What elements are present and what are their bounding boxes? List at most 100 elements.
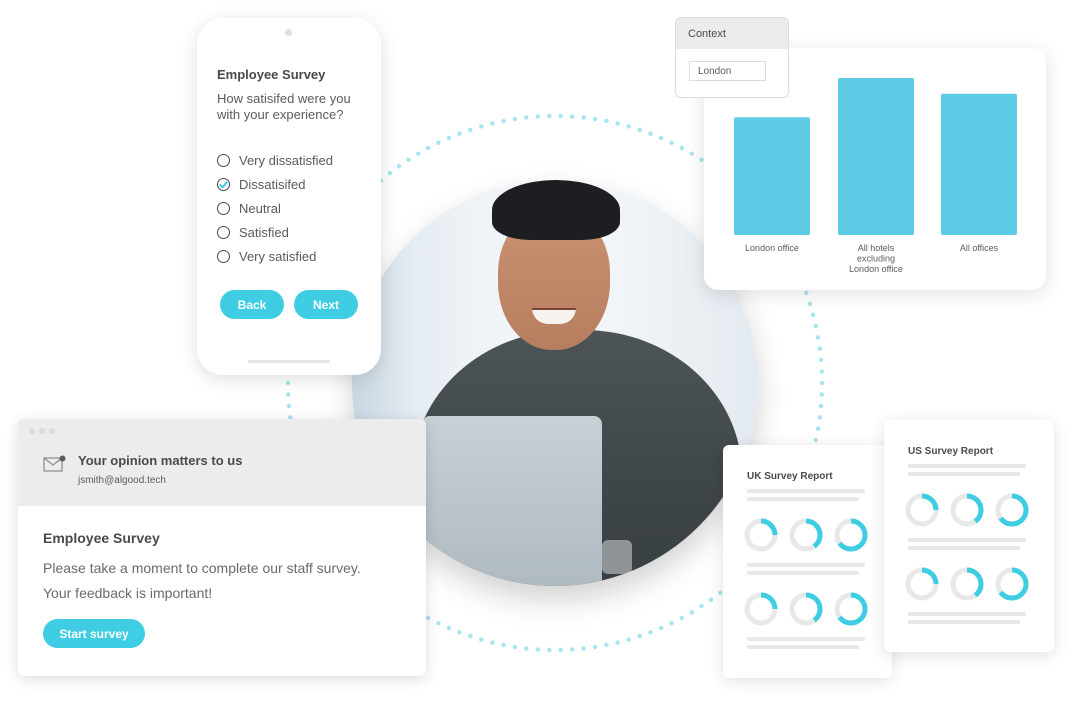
back-button[interactable]: Back (220, 290, 284, 319)
ring-dot (558, 113, 563, 119)
text-placeholder-line (908, 546, 1020, 550)
email-title: Employee Survey (43, 530, 160, 546)
phone-camera (285, 29, 292, 36)
email-body-line: Your feedback is important! (43, 585, 213, 601)
survey-title: Employee Survey (217, 67, 326, 82)
donut-chart (905, 567, 939, 601)
bar-label: excluding (857, 254, 895, 264)
donut-chart (789, 592, 823, 626)
radio-button-checked[interactable] (217, 177, 230, 191)
ring-dot (570, 647, 575, 652)
donut-chart (744, 518, 778, 552)
ring-dot (626, 637, 631, 642)
ring-dot (648, 131, 653, 136)
ring-dot (426, 145, 431, 151)
ring-dot (815, 426, 821, 431)
radio-button[interactable] (217, 225, 230, 239)
radio-button[interactable] (217, 249, 230, 263)
ring-dot (679, 615, 684, 621)
context-title: Context (676, 18, 788, 49)
context-location-input[interactable]: London (689, 61, 766, 81)
ring-dot (819, 380, 825, 386)
bar-1 (734, 117, 810, 235)
donut-chart (950, 493, 984, 527)
bar-3 (941, 93, 1017, 235)
donut-row (743, 591, 869, 627)
ring-dot (708, 597, 714, 602)
ring-dot (535, 114, 540, 119)
radio-button[interactable] (217, 201, 230, 215)
option-label: Very dissatisfied (239, 152, 333, 168)
ring-dot (285, 380, 291, 386)
uk-survey-report: UK Survey Report (723, 445, 892, 678)
email-body: Please take a moment to complete our sta… (43, 556, 413, 606)
window-dot (29, 428, 35, 434)
donut-row (904, 492, 1030, 528)
ring-dot (524, 646, 529, 651)
next-button[interactable]: Next (294, 290, 358, 319)
text-placeholder-line (908, 538, 1026, 542)
ring-dot (396, 164, 402, 169)
ring-dot (446, 135, 452, 141)
text-placeholder-line (747, 645, 859, 649)
ring-dot (615, 640, 620, 645)
window-controls (29, 428, 55, 434)
text-placeholder-line (908, 612, 1026, 616)
donut-chart (995, 493, 1029, 527)
survey-option[interactable]: Neutral (217, 196, 333, 220)
photo-laptop (422, 416, 602, 586)
ring-dot (387, 171, 392, 176)
survey-option[interactable]: Satisfied (217, 220, 333, 244)
photo-hair (492, 180, 620, 240)
ring-dot (535, 647, 540, 652)
ring-dot (490, 640, 495, 645)
survey-option[interactable]: Very satisfied (217, 244, 333, 268)
email-header: Your opinion matters to us jsmith@algood… (18, 419, 426, 506)
text-placeholder-line (747, 489, 865, 493)
ring-dot (679, 145, 684, 151)
ring-dot (689, 610, 694, 615)
ring-dot (581, 115, 586, 120)
bar-2 (838, 78, 914, 235)
ring-dot (286, 392, 291, 397)
survey-question: How satisifed were you with your experie… (217, 91, 351, 122)
start-survey-button[interactable]: Start survey (43, 619, 145, 648)
ring-dot (446, 625, 452, 631)
ring-dot (490, 121, 495, 126)
ring-dot (658, 625, 664, 631)
report-title: UK Survey Report (747, 471, 833, 482)
ring-dot (813, 323, 818, 329)
ring-dot (436, 140, 441, 145)
ring-dot (648, 630, 653, 635)
ring-dot (807, 301, 813, 306)
ring-dot (592, 116, 598, 122)
ring-dot (637, 127, 642, 132)
ring-dot (457, 131, 462, 136)
context-panel: Context London (675, 17, 789, 98)
ring-dot (436, 621, 441, 626)
bar-label: London office (849, 264, 903, 274)
ring-dot (604, 118, 609, 124)
photo-watch (602, 540, 632, 574)
option-label: Dissatisifed (239, 176, 306, 192)
radio-button[interactable] (217, 153, 230, 167)
survey-option[interactable]: Dissatisifed (217, 172, 333, 196)
text-placeholder-line (747, 497, 859, 501)
ring-dot (547, 647, 552, 653)
donut-chart (834, 518, 868, 552)
ring-dot (689, 151, 694, 156)
ring-dot (658, 135, 664, 141)
ring-dot (501, 642, 506, 648)
survey-option[interactable]: Very dissatisfied (217, 148, 333, 172)
ring-dot (819, 392, 824, 397)
ring-dot (570, 114, 575, 119)
text-placeholder-line (908, 472, 1020, 476)
ring-dot (406, 157, 411, 162)
ring-dot (512, 644, 518, 650)
ring-dot (810, 312, 816, 317)
donut-chart (789, 518, 823, 552)
ring-dot (286, 403, 292, 409)
phone-home-indicator (248, 360, 330, 363)
text-placeholder-line (908, 464, 1026, 468)
bar-label: All hotels (858, 243, 895, 253)
